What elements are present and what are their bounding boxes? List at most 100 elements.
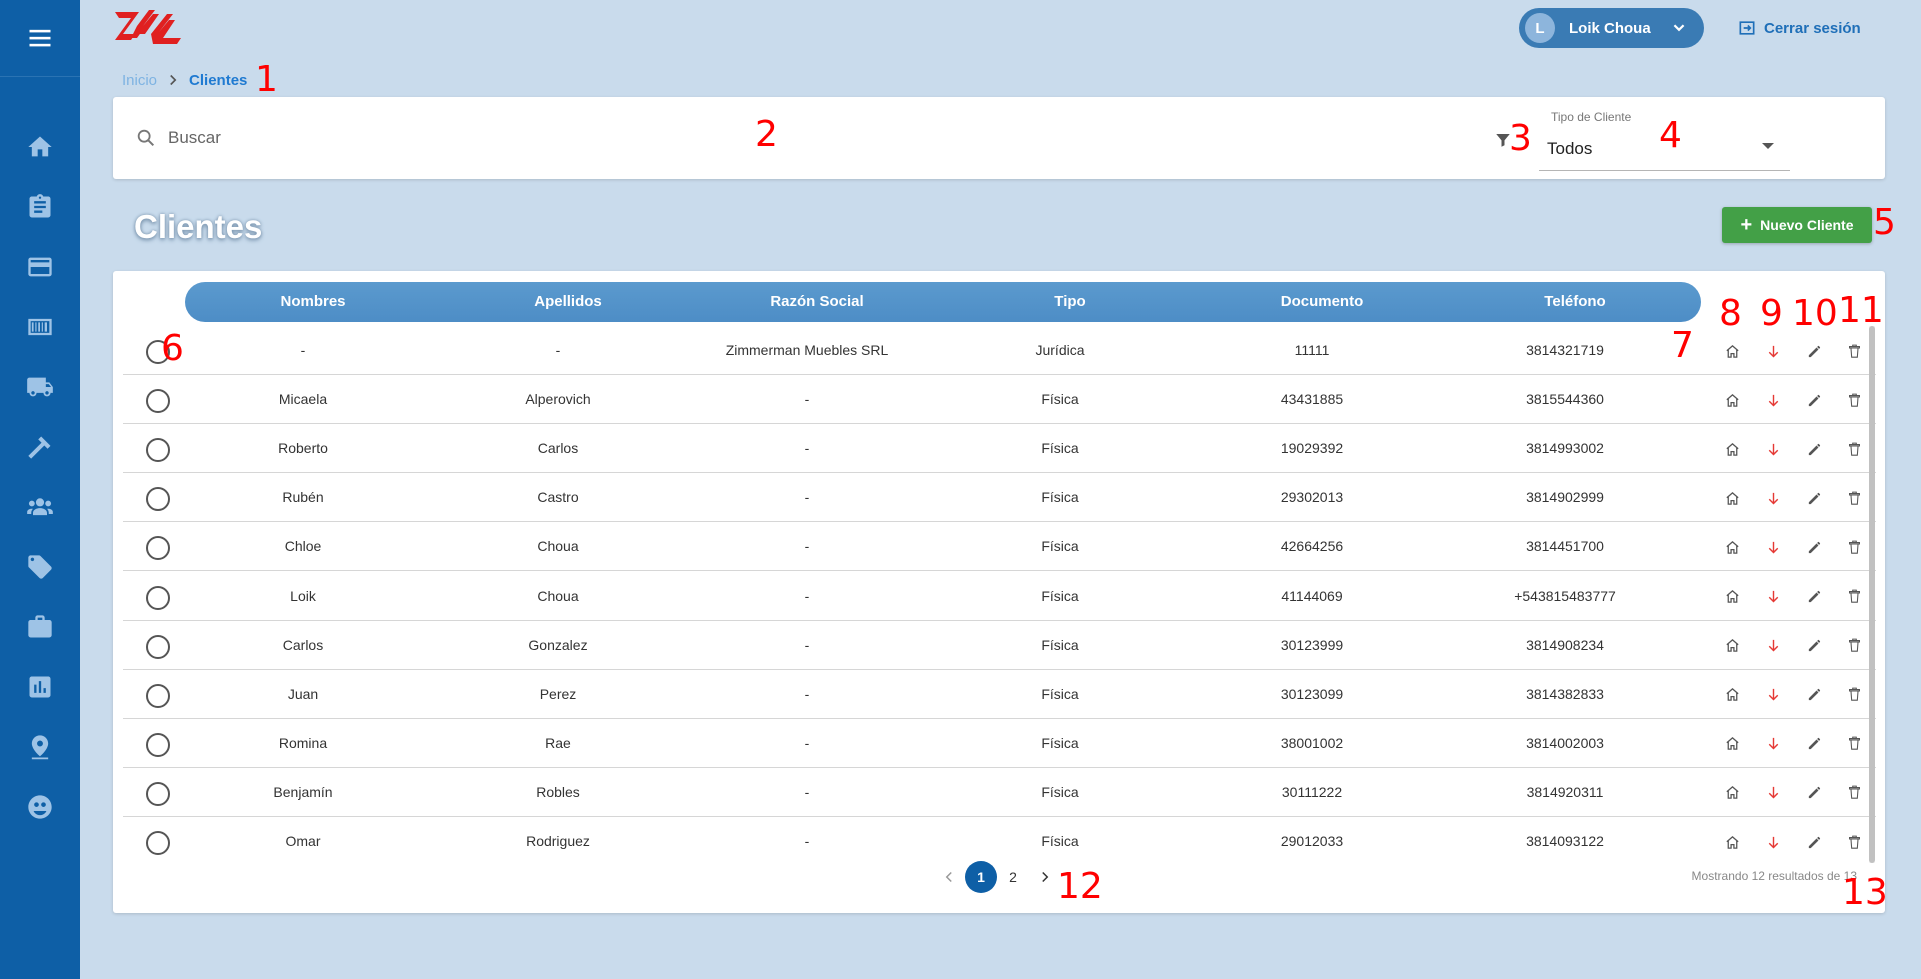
trash-icon[interactable] bbox=[1844, 734, 1864, 754]
column-header-nombres[interactable]: Nombres bbox=[280, 282, 345, 322]
hamburger-menu-icon[interactable] bbox=[0, 0, 80, 77]
edit-pencil-icon[interactable] bbox=[1804, 537, 1824, 557]
location-icon[interactable] bbox=[0, 717, 80, 777]
table-row[interactable]: - - Zimmerman Muebles SRL Jurídica 11111 3814… bbox=[123, 326, 1876, 375]
table-row[interactable]: Roberto Carlos - Física 19029392 3814993002 bbox=[123, 424, 1876, 474]
table-row[interactable]: Micaela Alperovich - Física 43431885 38155443… bbox=[123, 375, 1876, 425]
arrow-down-icon[interactable] bbox=[1763, 636, 1783, 656]
arrow-down-icon[interactable] bbox=[1763, 734, 1783, 754]
edit-pencil-icon[interactable] bbox=[1804, 783, 1824, 803]
chart-icon[interactable] bbox=[0, 657, 80, 717]
edit-pencil-icon[interactable] bbox=[1804, 685, 1824, 705]
address-home-icon[interactable] bbox=[1722, 636, 1742, 656]
table-row[interactable]: Benjamín Robles - Física 30111222 3814920311 bbox=[123, 768, 1876, 817]
row-select-radio[interactable] bbox=[146, 781, 170, 806]
arrow-down-icon[interactable] bbox=[1763, 341, 1783, 361]
address-home-icon[interactable] bbox=[1722, 685, 1742, 705]
arrow-down-icon[interactable] bbox=[1763, 390, 1783, 410]
truck-icon[interactable] bbox=[0, 357, 80, 417]
trash-icon[interactable] bbox=[1844, 783, 1864, 803]
trash-icon[interactable] bbox=[1844, 537, 1864, 557]
page-1-button[interactable]: 1 bbox=[965, 861, 997, 893]
edit-pencil-icon[interactable] bbox=[1804, 488, 1824, 508]
edit-pencil-icon[interactable] bbox=[1804, 390, 1824, 410]
column-header-razon-social[interactable]: Razón Social bbox=[770, 282, 863, 322]
cell-apellidos: Castro bbox=[537, 489, 579, 506]
briefcase-icon[interactable] bbox=[0, 597, 80, 657]
scrollbar-thumb[interactable] bbox=[1869, 326, 1875, 863]
trash-icon[interactable] bbox=[1844, 587, 1864, 607]
row-select-radio[interactable] bbox=[146, 487, 170, 512]
table-row[interactable]: Romina Rae - Física 38001002 3814002003 bbox=[123, 719, 1876, 768]
address-home-icon[interactable] bbox=[1722, 734, 1742, 754]
address-home-icon[interactable] bbox=[1722, 439, 1742, 459]
logout-button[interactable]: Cerrar sesión bbox=[1737, 15, 1861, 41]
row-select-radio[interactable] bbox=[146, 585, 170, 610]
home-icon[interactable] bbox=[0, 117, 80, 177]
credit-card-icon[interactable] bbox=[0, 237, 80, 297]
row-select-radio[interactable] bbox=[146, 732, 170, 757]
trash-icon[interactable] bbox=[1844, 390, 1864, 410]
edit-pencil-icon[interactable] bbox=[1804, 636, 1824, 656]
row-select-radio[interactable] bbox=[146, 634, 170, 659]
tag-icon[interactable] bbox=[0, 537, 80, 597]
column-header-apellidos[interactable]: Apellidos bbox=[534, 282, 602, 322]
table-row[interactable]: Carlos Gonzalez - Física 30123999 3814908234 bbox=[123, 621, 1876, 670]
column-header-telefono[interactable]: Teléfono bbox=[1544, 282, 1605, 322]
row-select-radio[interactable] bbox=[146, 536, 170, 561]
arrow-down-icon[interactable] bbox=[1763, 685, 1783, 705]
edit-pencil-icon[interactable] bbox=[1804, 734, 1824, 754]
search-input[interactable] bbox=[168, 119, 1068, 157]
breadcrumb-home[interactable]: Inicio bbox=[122, 72, 157, 89]
table-row[interactable]: Loik Choua - Física 41144069 +543815483777 bbox=[123, 572, 1876, 621]
barcode-icon[interactable] bbox=[0, 297, 80, 357]
trash-icon[interactable] bbox=[1844, 439, 1864, 459]
trash-icon[interactable] bbox=[1844, 685, 1864, 705]
scrollbar[interactable] bbox=[1869, 326, 1875, 863]
hammer-icon[interactable] bbox=[0, 417, 80, 477]
cell-razon-social: - bbox=[804, 489, 810, 506]
prev-page-button[interactable] bbox=[933, 861, 965, 893]
trash-icon[interactable] bbox=[1844, 636, 1864, 656]
address-home-icon[interactable] bbox=[1722, 783, 1742, 803]
arrow-down-icon[interactable] bbox=[1763, 832, 1783, 852]
table-row[interactable]: Juan Perez - Física 30123099 3814382833 bbox=[123, 670, 1876, 719]
address-home-icon[interactable] bbox=[1722, 832, 1742, 852]
brand-logo[interactable] bbox=[113, 4, 187, 52]
arrow-down-icon[interactable] bbox=[1763, 587, 1783, 607]
annotation-label: 5 bbox=[1873, 202, 1896, 243]
row-select-radio[interactable] bbox=[146, 389, 170, 414]
cell-nombres: Omar bbox=[285, 833, 321, 849]
edit-pencil-icon[interactable] bbox=[1804, 439, 1824, 459]
address-home-icon[interactable] bbox=[1722, 488, 1742, 508]
column-header-tipo[interactable]: Tipo bbox=[1054, 282, 1085, 322]
edit-pencil-icon[interactable] bbox=[1804, 587, 1824, 607]
new-client-button[interactable]: + Nuevo Cliente bbox=[1722, 207, 1872, 243]
edit-pencil-icon[interactable] bbox=[1804, 832, 1824, 852]
arrow-down-icon[interactable] bbox=[1763, 439, 1783, 459]
clipboard-icon[interactable] bbox=[0, 177, 80, 237]
address-home-icon[interactable] bbox=[1722, 341, 1742, 361]
users-icon[interactable] bbox=[0, 477, 80, 537]
column-header-documento[interactable]: Documento bbox=[1281, 282, 1364, 322]
face-icon[interactable] bbox=[0, 777, 80, 837]
row-select-radio[interactable] bbox=[146, 438, 170, 463]
row-select-radio[interactable] bbox=[146, 831, 170, 855]
address-home-icon[interactable] bbox=[1722, 390, 1742, 410]
edit-pencil-icon[interactable] bbox=[1804, 341, 1824, 361]
arrow-down-icon[interactable] bbox=[1763, 488, 1783, 508]
arrow-down-icon[interactable] bbox=[1763, 537, 1783, 557]
address-home-icon[interactable] bbox=[1722, 587, 1742, 607]
cell-tipo: Física bbox=[1041, 440, 1079, 457]
trash-icon[interactable] bbox=[1844, 488, 1864, 508]
arrow-down-icon[interactable] bbox=[1763, 783, 1783, 803]
table-row[interactable]: Chloe Choua - Física 42664256 3814451700 bbox=[123, 522, 1876, 572]
user-menu[interactable]: L Loik Choua bbox=[1519, 8, 1704, 48]
trash-icon[interactable] bbox=[1844, 832, 1864, 852]
address-home-icon[interactable] bbox=[1722, 537, 1742, 557]
page-2-button[interactable]: 2 bbox=[997, 861, 1029, 893]
trash-icon[interactable] bbox=[1844, 341, 1864, 361]
row-select-radio[interactable] bbox=[146, 683, 170, 708]
table-row[interactable]: Omar Rodriguez - Física 29012033 3814093122 bbox=[123, 817, 1876, 866]
table-row[interactable]: Rubén Castro - Física 29302013 3814902999 bbox=[123, 473, 1876, 523]
